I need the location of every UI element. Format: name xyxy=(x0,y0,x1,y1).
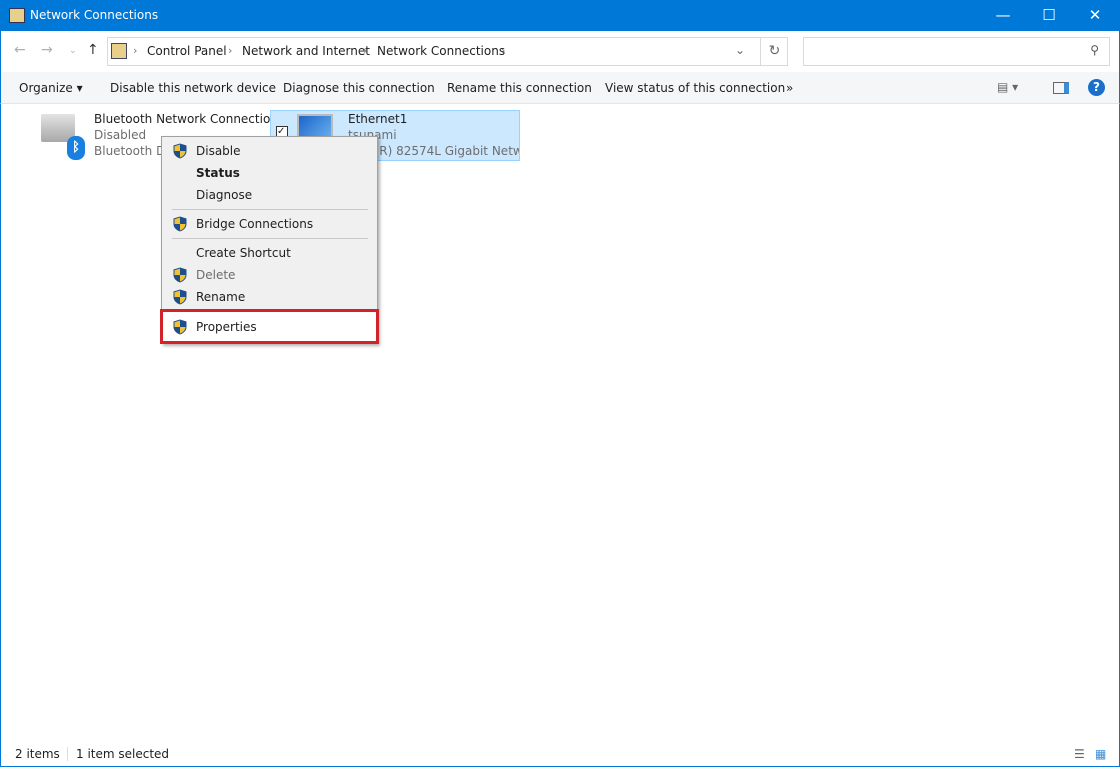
menu-separator xyxy=(172,238,368,239)
forward-arrow-icon[interactable]: → xyxy=(41,42,53,58)
menu-item-status[interactable]: Status xyxy=(162,162,377,184)
uac-shield-icon xyxy=(173,267,187,283)
uac-shield-icon xyxy=(173,143,187,159)
maximize-button[interactable]: ☐ xyxy=(1026,0,1072,31)
connection-name: Ethernet1 xyxy=(348,112,407,126)
bluetooth-icon: ᛒ xyxy=(67,136,85,160)
back-arrow-icon[interactable]: ← xyxy=(14,42,26,58)
menu-item-properties[interactable]: Properties xyxy=(162,316,377,338)
menu-item-disable[interactable]: Disable xyxy=(162,140,377,162)
crumb-control-panel[interactable]: Control Panel xyxy=(147,44,227,58)
crumb-network-and-internet[interactable]: Network and Internet xyxy=(242,44,370,58)
connection-status: Disabled xyxy=(94,128,146,142)
rename-button[interactable]: Rename this connection xyxy=(447,81,592,95)
refresh-icon[interactable]: ↻ xyxy=(760,38,788,65)
large-icons-view-icon[interactable]: ▦ xyxy=(1095,747,1106,761)
change-view-icon[interactable]: ▤ ▾ xyxy=(997,80,1018,94)
command-bar: Organize ▾ Disable this network device D… xyxy=(0,72,1120,104)
minimize-button[interactable]: — xyxy=(980,0,1026,31)
menu-separator xyxy=(172,209,368,210)
up-arrow-icon[interactable]: ↑ xyxy=(87,42,99,58)
address-bar[interactable]: › Control Panel › Network and Internet ›… xyxy=(107,37,788,66)
title-bar: Network Connections — ☐ ✕ xyxy=(0,0,1120,31)
close-button[interactable]: ✕ xyxy=(1072,0,1118,31)
disable-device-button[interactable]: Disable this network device xyxy=(110,81,276,95)
status-bar: 2 items 1 item selected ☰ ▦ xyxy=(0,742,1120,767)
view-status-button[interactable]: View status of this connection xyxy=(605,81,785,95)
connection-name: Bluetooth Network Connection xyxy=(94,112,278,126)
details-view-icon[interactable]: ☰ xyxy=(1074,747,1085,761)
uac-shield-icon xyxy=(173,289,187,305)
menu-item-delete: Delete xyxy=(162,264,377,286)
menu-item-diagnose[interactable]: Diagnose xyxy=(162,184,377,206)
help-icon[interactable]: ? xyxy=(1088,79,1105,96)
uac-shield-icon xyxy=(173,216,187,232)
search-icon: ⚲ xyxy=(1090,43,1099,57)
selection-count: 1 item selected xyxy=(67,747,169,761)
menu-item-bridge-connections[interactable]: Bridge Connections xyxy=(162,213,377,235)
search-input[interactable]: ⚲ xyxy=(803,37,1110,66)
diagnose-button[interactable]: Diagnose this connection xyxy=(283,81,435,95)
window-title: Network Connections xyxy=(30,8,158,22)
network-connections-icon xyxy=(9,8,25,23)
control-panel-icon xyxy=(111,43,127,59)
uac-shield-icon xyxy=(173,319,187,335)
recent-chevron-icon[interactable]: ⌄ xyxy=(69,46,77,56)
item-count: 2 items xyxy=(15,747,60,761)
menu-item-rename[interactable]: Rename xyxy=(162,286,377,308)
organize-button[interactable]: Organize ▾ xyxy=(19,81,83,95)
history-dropdown-icon[interactable]: ⌄ xyxy=(735,43,745,57)
crumb-network-connections[interactable]: Network Connections xyxy=(377,44,505,58)
menu-item-create-shortcut[interactable]: Create Shortcut xyxy=(162,242,377,264)
menu-item-properties-highlight[interactable]: Properties xyxy=(160,309,379,344)
more-commands-button[interactable]: » xyxy=(786,81,793,95)
preview-pane-icon[interactable] xyxy=(1053,82,1069,94)
